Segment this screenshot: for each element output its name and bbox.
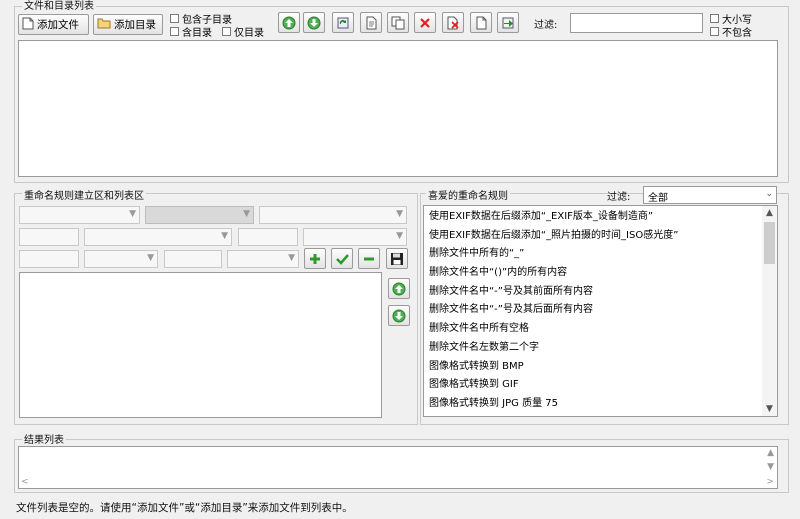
file-list-title: 文件和目录列表	[22, 0, 96, 12]
rule-param-field-1[interactable]	[19, 228, 79, 246]
edit-button[interactable]	[360, 12, 382, 33]
rule-build-title: 重命名规则建立区和列表区	[22, 187, 146, 202]
rule-param-combo-1[interactable]: ▼	[84, 228, 232, 246]
rule-param-field-3[interactable]	[19, 250, 79, 268]
file-filter-label: 过滤:	[534, 20, 558, 31]
favorite-filter-value: 全部	[648, 193, 668, 204]
result-vscroll-down-icon[interactable]: ▼	[767, 462, 774, 472]
include-dir-box[interactable]	[170, 27, 179, 36]
add-file-button[interactable]: 添加文件	[18, 14, 89, 35]
favorite-rule-item[interactable]: 使用EXIF数据在后缀添加“_EXIF版本_设备制造商”	[424, 208, 762, 227]
favorite-rule-item[interactable]: 删除文件名中“-”号及其后面所有内容	[424, 301, 762, 320]
delete-button[interactable]	[414, 12, 436, 33]
case-sensitive-box[interactable]	[710, 14, 719, 23]
move-down-button[interactable]	[303, 12, 325, 33]
close-icon	[420, 17, 430, 28]
favorite-rule-item[interactable]: 使用EXIF数据在后缀添加“_照片拍摄的时间_ISO感光度”	[424, 227, 762, 246]
exclude-box[interactable]	[710, 27, 719, 36]
remove-rule-button[interactable]	[358, 248, 380, 269]
arrow-down-icon	[392, 309, 406, 322]
copy-icon	[391, 16, 405, 29]
favorite-rule-item[interactable]: 删除文件名中“-”号及其前面所有内容	[424, 283, 762, 302]
result-list[interactable]: < ▲ ▼ >	[18, 446, 778, 489]
exclude-checkbox[interactable]: 不包含	[710, 24, 752, 39]
arrow-up-icon	[282, 16, 296, 29]
clear-button[interactable]	[470, 12, 492, 33]
favorite-filter-combo[interactable]: 全部 ⌄	[643, 186, 777, 204]
add-file-label: 添加文件	[37, 19, 79, 31]
delete-file-icon	[447, 16, 459, 29]
chevron-down-icon: ▼	[396, 209, 403, 219]
include-dir-label: 含目录	[182, 28, 212, 39]
rule-type-combo[interactable]: ▼	[19, 206, 140, 224]
only-dir-box[interactable]	[222, 27, 231, 36]
refresh-icon	[337, 17, 349, 28]
only-dir-checkbox[interactable]: 仅目录	[222, 24, 264, 39]
chevron-down-icon: ▼	[288, 253, 295, 263]
move-up-button[interactable]	[278, 12, 300, 33]
plus-icon	[310, 253, 320, 264]
favorite-rule-item[interactable]: 删除文件名中“()”内的所有内容	[424, 264, 762, 283]
rule-option-combo[interactable]: ▼	[145, 206, 254, 224]
rule-move-down-button[interactable]	[388, 305, 410, 326]
add-file-icon	[22, 17, 34, 33]
favorite-rules-title: 喜爱的重命名规则	[426, 187, 510, 202]
result-list-title: 结果列表	[22, 431, 66, 446]
favorite-rules-list[interactable]: 使用EXIF数据在后缀添加“_EXIF版本_设备制造商” 使用EXIF数据在后缀添…	[423, 205, 778, 417]
chevron-down-icon: ⌄	[765, 189, 773, 199]
scroll-thumb[interactable]	[764, 222, 775, 264]
save-rule-button[interactable]	[386, 248, 408, 269]
favorite-rule-item[interactable]: 图像格式转换到 BMP	[424, 358, 762, 377]
file-filter-input[interactable]	[570, 13, 703, 33]
arrow-up-icon	[392, 282, 406, 295]
rule-param-combo-4[interactable]: ▼	[227, 250, 299, 268]
document-icon	[366, 16, 377, 29]
rule-list[interactable]	[19, 272, 382, 418]
file-list[interactable]	[18, 40, 778, 177]
rule-param-combo-3[interactable]: ▼	[84, 250, 158, 268]
favorite-rule-item[interactable]: 图像格式转换到 GIF	[424, 376, 762, 395]
status-bar-text: 文件列表是空的。请使用“添加文件”或“添加目录”来添加文件到列表中。	[16, 502, 353, 514]
chevron-down-icon: ▼	[221, 231, 228, 241]
favorite-rule-item[interactable]: 删除文件中所有的“_”	[424, 245, 762, 264]
favorite-rules-scrollbar[interactable]: ▲ ▼	[762, 206, 777, 416]
blank-page-icon	[476, 16, 487, 29]
rule-move-up-button[interactable]	[388, 278, 410, 299]
refresh-button[interactable]	[332, 12, 354, 33]
only-dir-label: 仅目录	[234, 28, 264, 39]
import-button[interactable]	[497, 12, 519, 33]
apply-rule-button[interactable]	[331, 248, 353, 269]
favorite-rule-item[interactable]: 删除文件名左数第二个字	[424, 339, 762, 358]
scroll-down-arrow-icon[interactable]: ▼	[762, 402, 777, 416]
chevron-down-icon: ▼	[129, 209, 136, 219]
add-directory-button[interactable]: 添加目录	[93, 14, 163, 35]
favorite-rule-item[interactable]: 图像格式转换到 JPG 质量 75	[424, 395, 762, 414]
result-hscroll-left-icon[interactable]: <	[21, 477, 29, 487]
scroll-up-arrow-icon[interactable]: ▲	[762, 206, 777, 220]
rule-param-combo-2[interactable]: ▼	[303, 228, 407, 246]
arrow-down-icon	[307, 16, 321, 29]
add-directory-label: 添加目录	[114, 19, 156, 31]
result-vscroll-up-icon[interactable]: ▲	[767, 448, 774, 458]
folder-icon	[97, 17, 111, 32]
result-hscroll-right-icon[interactable]: >	[766, 477, 774, 487]
delete-file-button[interactable]	[442, 12, 464, 33]
chevron-down-icon: ▼	[396, 231, 403, 241]
exclude-label: 不包含	[722, 28, 752, 39]
chevron-down-icon: ▼	[147, 253, 154, 263]
include-dir-checkbox[interactable]: 含目录	[170, 24, 212, 39]
favorite-rule-item[interactable]: 删除文件名中所有空格	[424, 320, 762, 339]
chevron-down-icon: ▼	[243, 209, 250, 219]
rule-param-field-4[interactable]	[164, 250, 222, 268]
rule-param-field-2[interactable]	[238, 228, 298, 246]
checkmark-icon	[335, 253, 349, 265]
copy-button[interactable]	[387, 12, 409, 33]
rule-target-combo[interactable]: ▼	[259, 206, 407, 224]
floppy-disk-icon	[391, 252, 403, 265]
include-subdir-box[interactable]	[170, 14, 179, 23]
add-rule-button[interactable]	[304, 248, 326, 269]
import-icon	[502, 17, 514, 28]
minus-icon	[364, 257, 374, 260]
favorite-filter-label: 过滤:	[607, 192, 631, 203]
